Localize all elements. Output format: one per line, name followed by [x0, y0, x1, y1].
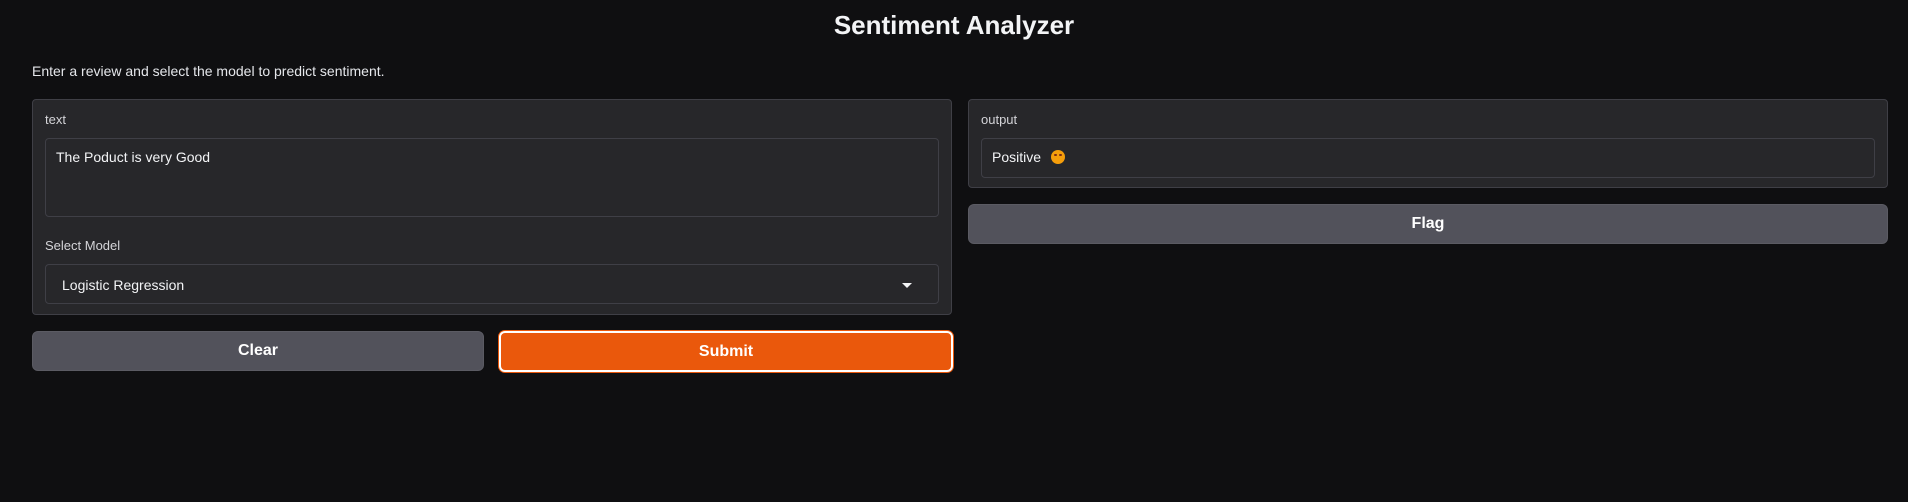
flag-button[interactable]: Flag — [968, 204, 1888, 244]
page-title: Sentiment Analyzer — [833, 10, 1075, 40]
clear-button[interactable]: Clear — [32, 331, 484, 371]
submit-button[interactable]: Submit — [499, 331, 953, 372]
model-label: Select Model — [45, 238, 121, 253]
page-description: Enter a review and select the model to p… — [32, 63, 385, 79]
model-select[interactable]: Logistic Regression — [45, 264, 939, 304]
output-label: output — [981, 112, 1018, 127]
input-panel: text The Poduct is very Good Select Mode… — [32, 99, 952, 315]
model-select-value: Logistic Regression — [62, 277, 185, 293]
output-panel: output Positive — [968, 99, 1888, 188]
text-label: text — [45, 112, 66, 127]
text-input[interactable]: The Poduct is very Good — [45, 138, 939, 217]
chevron-down-icon[interactable] — [902, 283, 912, 288]
output-field: Positive — [981, 138, 1875, 178]
smiling-face-emoji-icon — [1050, 150, 1065, 164]
output-value: Positive — [992, 149, 1042, 165]
